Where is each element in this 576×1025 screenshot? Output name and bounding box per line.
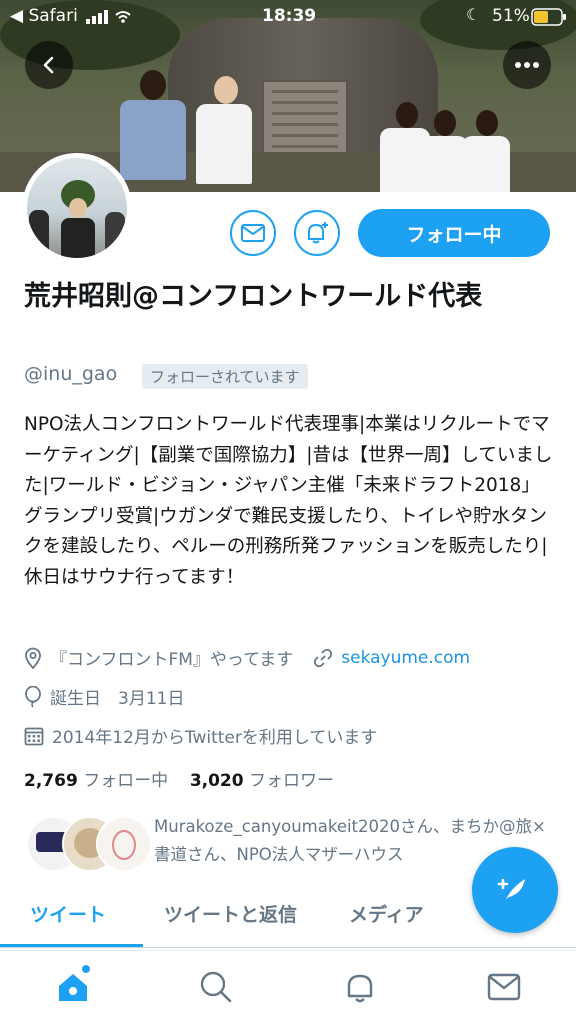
more-options-button[interactable] <box>503 41 551 89</box>
moon-icon: ☾ <box>466 5 481 24</box>
joined-row: 2014年12月からTwitterを利用しています <box>24 723 377 748</box>
compose-icon <box>497 878 525 901</box>
messages-icon <box>487 973 521 1001</box>
calendar-icon <box>24 727 44 745</box>
mutual-followers-avatars[interactable] <box>26 814 152 872</box>
link-icon <box>314 648 333 667</box>
location-text: 『コンフロントFM』やってます <box>50 650 294 670</box>
following-count: 2,769 <box>24 771 78 791</box>
search-icon <box>200 971 232 1003</box>
carrier-label: ◀ Safari <box>10 6 78 26</box>
status-bar: ◀ Safari 18:39 ☾ 51% <box>0 0 576 34</box>
signal-icon <box>86 9 132 29</box>
home-unread-dot <box>82 965 90 973</box>
balloon-icon <box>25 685 41 708</box>
follow-counts: 2,769 フォロー中 3,020 フォロワー <box>24 766 334 791</box>
message-button[interactable] <box>230 210 276 256</box>
home-icon <box>59 974 87 1001</box>
tab-media[interactable]: メディア <box>349 900 424 927</box>
back-icon <box>43 56 54 74</box>
following-link[interactable]: 2,769 フォロー中 <box>24 771 168 791</box>
handle: @inu_gao <box>24 363 118 385</box>
mutual-avatar <box>96 816 152 872</box>
battery-label: 51% <box>492 6 530 26</box>
nav-search[interactable] <box>196 967 236 1007</box>
follows-you-badge: フォローされています <box>142 364 308 389</box>
tab-tweets[interactable]: ツイート <box>30 900 106 927</box>
bottom-navigation <box>0 950 576 1025</box>
joined-text: 2014年12月からTwitterを利用しています <box>52 728 378 748</box>
profile-bio: NPO法人コンフロントワールド代表理事|本業はリクルートでマーケティング|【副業… <box>24 414 553 588</box>
nav-notifications[interactable] <box>340 967 380 1007</box>
followers-count: 3,020 <box>189 771 244 791</box>
location-row: 『コンフロントFM』やってます sekayume.com <box>24 645 470 670</box>
location-icon <box>25 647 41 669</box>
more-icon <box>515 62 539 68</box>
nav-messages[interactable] <box>484 967 524 1007</box>
following-button[interactable]: フォロー中 <box>358 209 550 257</box>
nav-home[interactable] <box>53 967 93 1007</box>
tab-tweets-and-replies[interactable]: ツイートと返信 <box>164 900 297 927</box>
back-button[interactable] <box>25 41 73 89</box>
display-name: 荒井昭則@コンフロントワールド代表 <box>24 281 483 312</box>
tabs-divider <box>0 947 576 948</box>
compose-tweet-button[interactable] <box>472 847 558 933</box>
notifications-toggle-button[interactable] <box>294 210 340 256</box>
battery-icon <box>531 8 567 31</box>
followers-link[interactable]: 3,020 フォロワー <box>190 771 334 791</box>
following-label: フォロー中 <box>83 771 169 791</box>
birthday-text: 誕生日 3月11日 <box>50 689 185 709</box>
birthday-row: 誕生日 3月11日 <box>24 684 184 709</box>
profile-avatar[interactable] <box>22 153 132 263</box>
followers-label: フォロワー <box>249 771 334 791</box>
mail-icon <box>241 224 265 242</box>
notifications-icon <box>347 974 373 1003</box>
clock: 18:39 <box>262 6 317 26</box>
website-link[interactable]: sekayume.com <box>341 648 470 668</box>
bell-plus-icon <box>308 222 328 244</box>
